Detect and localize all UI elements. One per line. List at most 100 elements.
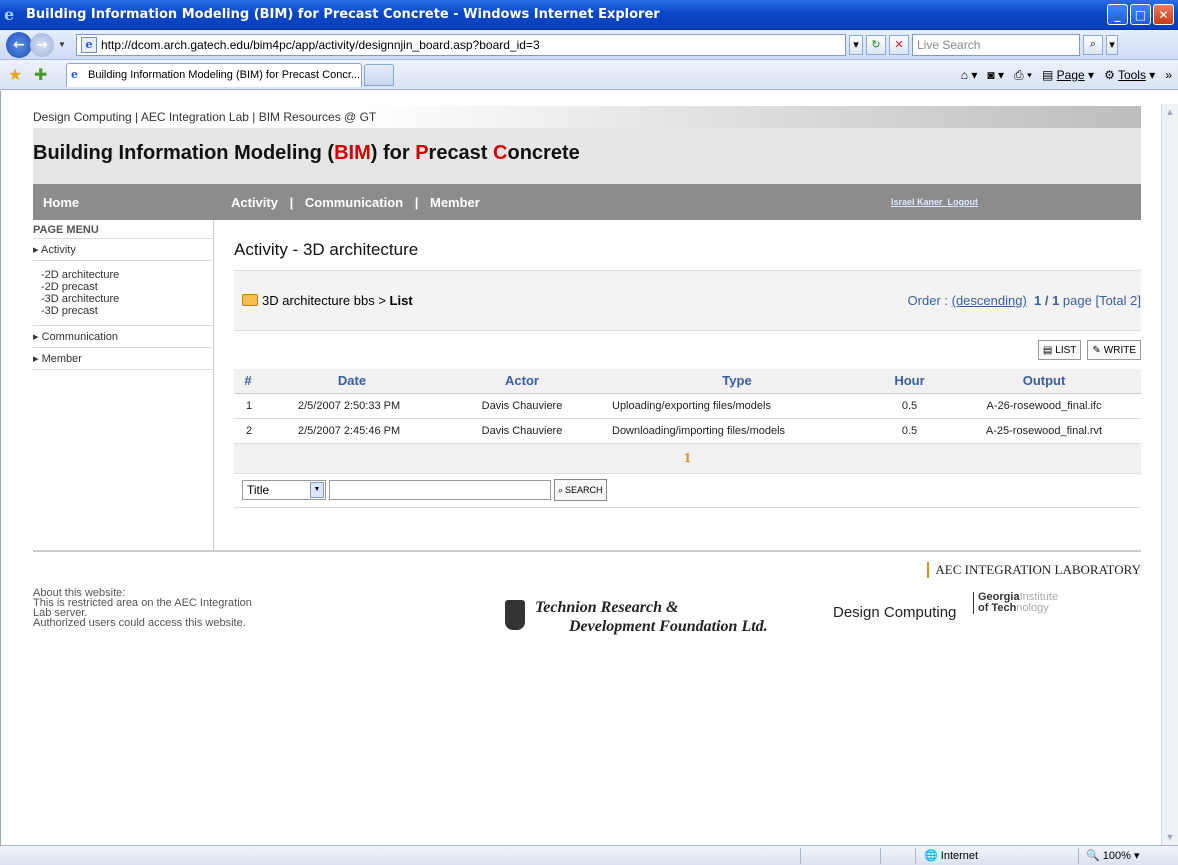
technion-line-1: Technion Research & (535, 599, 679, 616)
gt-oftech: of Tech (978, 602, 1017, 614)
order-toggle-link[interactable]: (descending) (952, 293, 1027, 308)
order-info: Order : (descending) 1 / 1 page [Total 2… (908, 293, 1141, 308)
page-info: 1 / 1 (1034, 293, 1060, 308)
board-actions: ▤ LIST ✎ WRITE (234, 331, 1141, 369)
cell-number: 1 (234, 393, 262, 419)
search-placeholder: Live Search (917, 37, 981, 52)
scroll-up-icon[interactable]: ▲ (1162, 104, 1178, 120)
search-options-button[interactable]: ▾ (1106, 34, 1118, 55)
nav-activity[interactable]: Activity (231, 195, 278, 210)
total-count: [Total 2] (1095, 293, 1141, 308)
cell-output[interactable]: A-26-rosewood_final.ifc (947, 393, 1141, 419)
page-menu[interactable]: ▤ Page ▾ (1042, 68, 1094, 82)
print-icon[interactable]: ⎙ ▾ (1014, 68, 1032, 83)
command-bar: ⌂ ▾ ◙ ▾ ⎙ ▾ ▤ Page ▾ ⚙ Tools ▾ » (961, 60, 1172, 90)
sidebar-item-activity[interactable]: ▸ Activity (33, 239, 213, 261)
col-type: Type (602, 369, 872, 394)
refresh-button[interactable]: ↻ (866, 34, 886, 55)
technion-logo[interactable]: Technion Research & Development Foundati… (505, 598, 768, 636)
chevron-more-icon[interactable]: » (1165, 68, 1172, 82)
search-button[interactable]: ⌕ SEARCH (554, 479, 607, 501)
chevron-down-icon: ▼ (310, 482, 324, 498)
vertical-scrollbar[interactable]: ▲ ▼ (1161, 104, 1178, 845)
close-button[interactable]: ✕ (1153, 4, 1174, 25)
scroll-down-icon[interactable]: ▼ (1162, 829, 1178, 845)
content-area: Activity - 3D architecture 3D architectu… (214, 220, 1141, 550)
cell-type[interactable]: Downloading/importing files/models (602, 418, 872, 444)
tools-menu[interactable]: ⚙ Tools ▾ (1104, 68, 1155, 82)
col-actor: Actor (442, 369, 602, 394)
board-search-input[interactable] (329, 480, 551, 500)
page-icon: e (81, 36, 97, 53)
cell-output[interactable]: A-25-rosewood_final.rvt (947, 418, 1141, 444)
magnifier-icon: ⌕ (558, 484, 564, 495)
tools-menu-label: Tools (1117, 68, 1146, 82)
cell-type[interactable]: Uploading/exporting files/models (602, 393, 872, 419)
search-icon[interactable]: ⌕ (1083, 34, 1103, 55)
activity-table: # Date Actor Type Hour Output 1 2/5/2007… (234, 369, 1141, 444)
top-links[interactable]: Design Computing | AEC Integration Lab |… (33, 106, 1141, 128)
search-button-label: SEARCH (565, 485, 603, 495)
main-area: PAGE MENU ▸ Activity -2D architecture -2… (33, 220, 1141, 550)
status-separator (800, 848, 801, 864)
sidebar-item-member[interactable]: ▸ Member (33, 348, 213, 370)
new-tab-button[interactable] (364, 63, 394, 86)
design-computing-label[interactable]: Design Computing (833, 604, 956, 621)
user-name-link[interactable]: Israel Kaner (891, 197, 943, 207)
sidebar-item-communication[interactable]: ▸ Communication (33, 326, 213, 348)
tab-current[interactable]: e Building Information Modeling (BIM) fo… (66, 62, 362, 87)
search-input[interactable]: Live Search (912, 33, 1080, 56)
table-row[interactable]: 2 2/5/2007 2:45:46 PM Davis Chauviere Do… (234, 418, 1141, 444)
sidebar-sub-2d-precast[interactable]: -2D precast (41, 281, 213, 293)
georgia-tech-logo[interactable]: GeorgiaInstitute of Technology (973, 592, 1058, 614)
add-favorite-icon[interactable]: ✚ (34, 65, 52, 85)
maximize-button[interactable]: □ (1130, 4, 1151, 25)
status-separator (1078, 848, 1079, 864)
feeds-icon[interactable]: ◙ ▾ (987, 68, 1004, 82)
aec-lab-label[interactable]: AEC INTEGRATION LABORATORY (927, 562, 1141, 578)
sidebar-sub-2d-architecture[interactable]: -2D architecture (41, 269, 213, 281)
table-row[interactable]: 1 2/5/2007 2:50:33 PM Davis Chauviere Up… (234, 393, 1141, 419)
back-button[interactable]: ← (6, 31, 32, 58)
nav-links: Activity | Communication | Member (231, 195, 488, 210)
security-zone[interactable]: 🌐 Internet (924, 849, 978, 862)
list-button[interactable]: ▤ LIST (1037, 340, 1082, 360)
sidebar-item-label: Communication (41, 331, 118, 343)
title-part-3: ) for (370, 142, 416, 164)
pagination: 1 (234, 443, 1141, 474)
sidebar-subitems: -2D architecture -2D precast -3D archite… (33, 261, 213, 326)
write-button-label: WRITE (1103, 344, 1136, 356)
window-controls: _ □ ✕ (1107, 4, 1174, 25)
window-title: Building Information Modeling (BIM) for … (26, 7, 660, 22)
minimize-button[interactable]: _ (1107, 4, 1128, 25)
nav-home[interactable]: Home (33, 195, 231, 210)
forward-button[interactable]: → (30, 32, 54, 57)
history-dropdown-icon[interactable]: ▼ (58, 40, 70, 49)
address-bar: ← → ▼ e http://dcom.arch.gatech.edu/bim4… (0, 30, 1178, 60)
logout-link[interactable]: Logout (948, 197, 979, 207)
about-text: About this website: This is restricted a… (33, 588, 313, 629)
cell-actor: Davis Chauviere (442, 418, 602, 444)
sidebar-sub-3d-architecture[interactable]: -3D architecture (41, 293, 213, 305)
write-button[interactable]: ✎ WRITE (1087, 340, 1141, 360)
favorites-star-icon[interactable]: ★ (8, 65, 26, 85)
nav-member[interactable]: Member (430, 195, 480, 210)
home-icon[interactable]: ⌂ ▾ (961, 68, 978, 82)
sidebar: PAGE MENU ▸ Activity -2D architecture -2… (33, 220, 214, 550)
sidebar-sub-3d-precast[interactable]: -3D precast (41, 305, 213, 317)
zoom-control[interactable]: 🔍 100% ▾ (1086, 849, 1139, 862)
breadcrumb: 3D architecture bbs > List (234, 293, 413, 308)
url-dropdown-button[interactable]: ▾ (849, 34, 863, 55)
title-part-5: recast (428, 142, 494, 164)
list-button-label: LIST (1055, 344, 1077, 356)
url-input[interactable]: e http://dcom.arch.gatech.edu/bim4pc/app… (76, 33, 846, 56)
search-field-select[interactable]: Title ▼ (242, 480, 326, 500)
gt-nology: nology (1016, 602, 1049, 614)
stop-button[interactable]: ✕ (889, 34, 909, 55)
status-separator (880, 848, 881, 864)
breadcrumb-path: 3D architecture bbs > (262, 293, 390, 308)
page-link[interactable]: 1 (684, 451, 691, 466)
status-separator (915, 848, 916, 864)
nav-communication[interactable]: Communication (305, 195, 403, 210)
